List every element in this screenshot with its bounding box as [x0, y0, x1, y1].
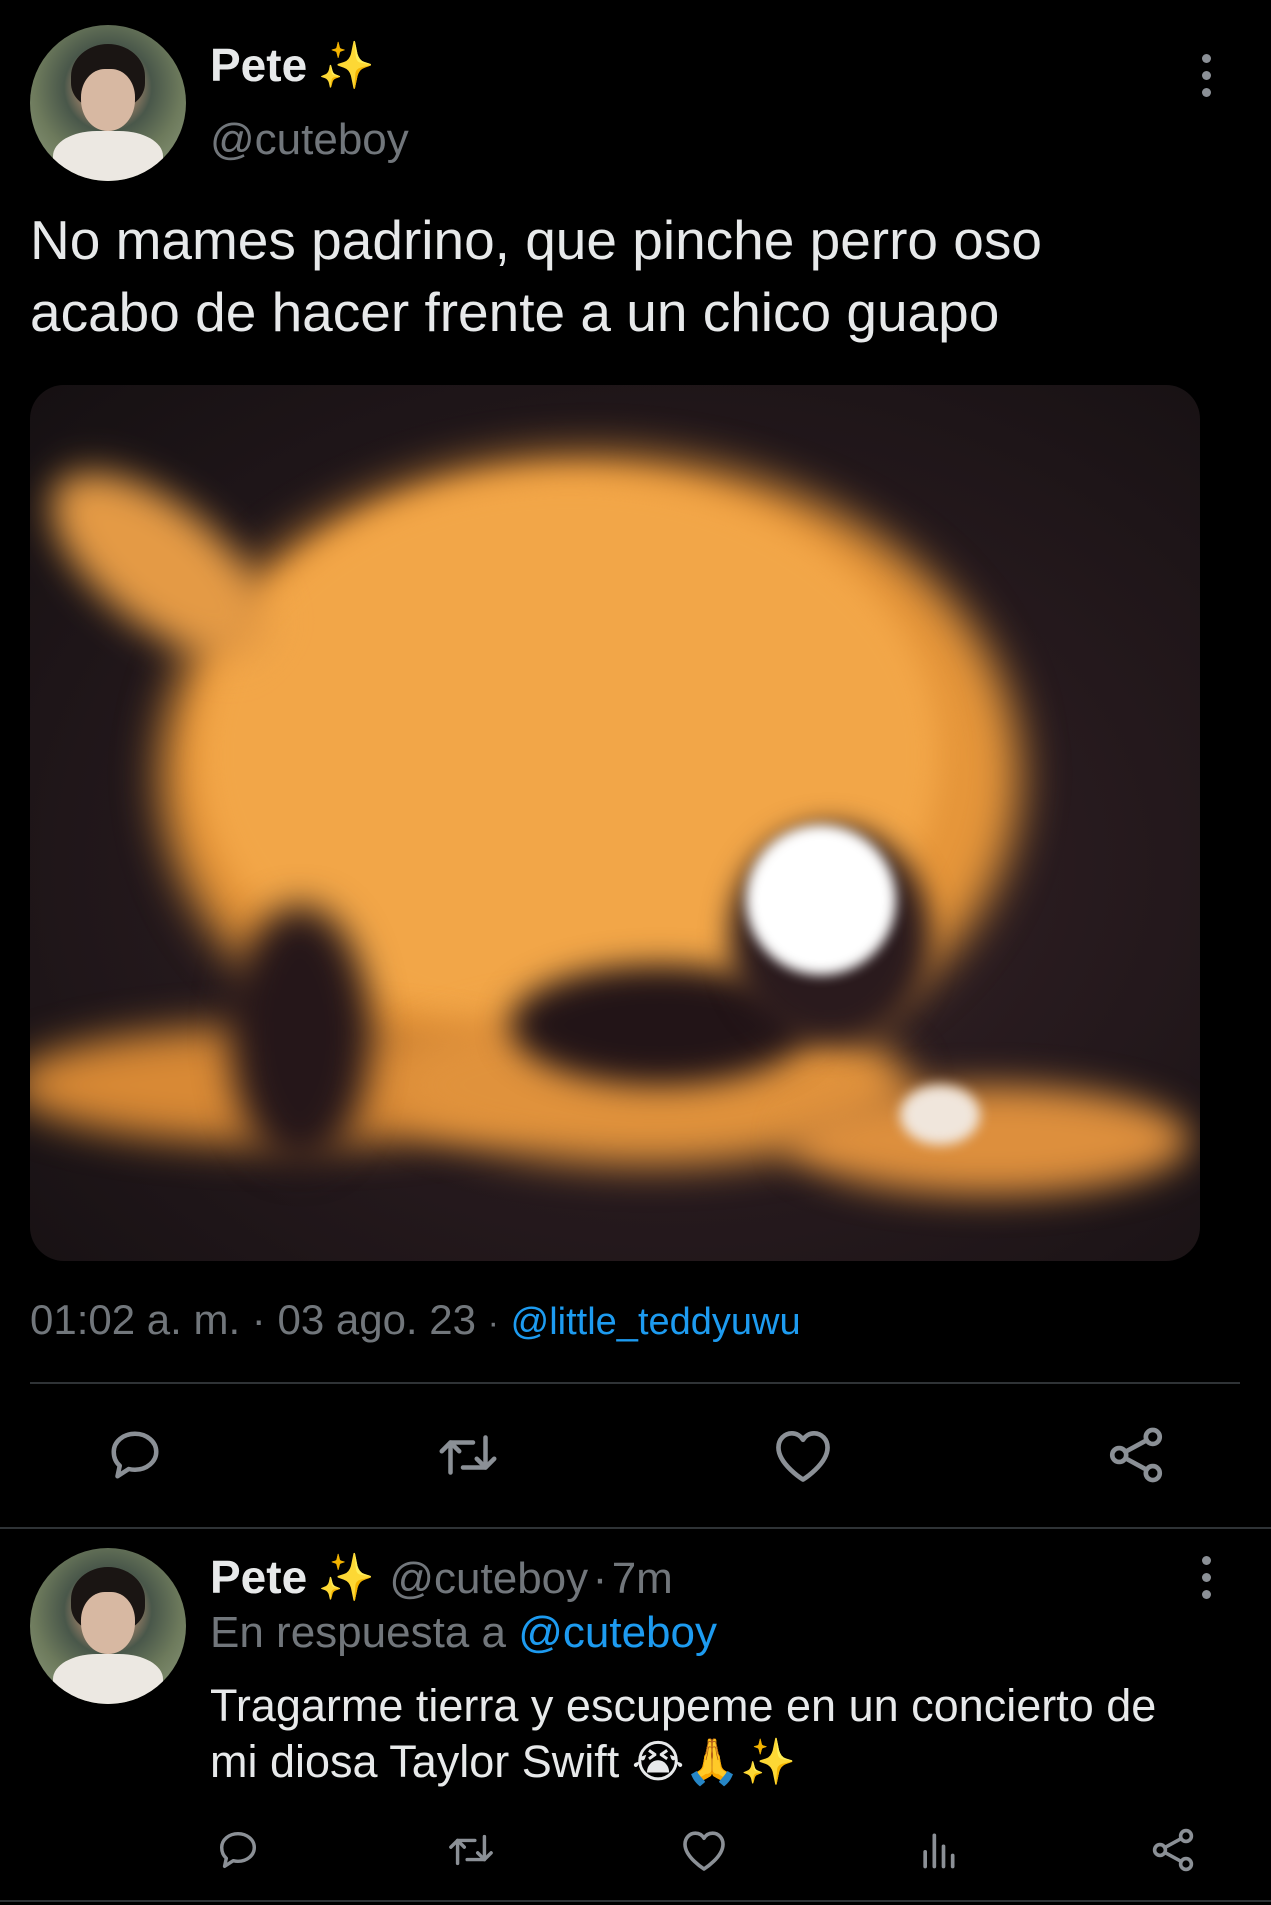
- share-icon: [1109, 1427, 1163, 1483]
- like-button[interactable]: [768, 1420, 838, 1490]
- reply-age[interactable]: 7m: [612, 1554, 673, 1603]
- replying-to-prefix: En respuesta a: [210, 1608, 506, 1657]
- header-separator: ·: [592, 1554, 608, 1603]
- reply-author-name[interactable]: Pete: [210, 1551, 307, 1603]
- via-link[interactable]: @little_teddyuwu: [511, 1301, 801, 1343]
- sparkle-emoji: ✨: [317, 1551, 375, 1603]
- tweet-media-image[interactable]: [30, 385, 1200, 1261]
- tweet-time[interactable]: 01:02 a. m.: [30, 1296, 240, 1343]
- reply-author-avatar[interactable]: [30, 1548, 186, 1704]
- tweet-author[interactable]: Pete ✨: [210, 38, 375, 93]
- share-icon: [1152, 1828, 1194, 1872]
- tweet-meta: 01:02 a. m. · 03 ago. 23 · @little_teddy…: [30, 1296, 801, 1344]
- share-button[interactable]: [1100, 1420, 1172, 1490]
- like-button[interactable]: [676, 1822, 732, 1878]
- meta-separator: ·: [251, 1296, 266, 1343]
- meta-divider: [30, 1382, 1240, 1384]
- reply-author-handle[interactable]: @cuteboy: [389, 1554, 588, 1603]
- more-vertical-icon[interactable]: [1196, 1556, 1216, 1608]
- retweet-button[interactable]: [442, 1822, 500, 1878]
- tweet-text: No mames padrino, que pinche perro oso a…: [30, 204, 1042, 348]
- more-vertical-icon[interactable]: [1196, 54, 1216, 106]
- analytics-icon: [923, 1833, 955, 1869]
- tweet-text-line: No mames padrino, que pinche perro oso: [30, 209, 1042, 271]
- retweet-icon: [439, 1435, 497, 1475]
- comment-icon: [219, 1831, 257, 1869]
- tweet-text-line: acabo de hacer frente a un chico guapo: [30, 281, 1000, 343]
- reply-text-line: mi diosa Taylor Swift 😭🙏✨: [210, 1736, 797, 1787]
- sparkle-emoji: ✨: [317, 39, 375, 91]
- author-name[interactable]: Pete: [210, 39, 307, 91]
- reply-text: Tragarme tierra y escupeme en un concier…: [210, 1678, 1156, 1790]
- retweet-icon: [449, 1834, 493, 1866]
- reply-button[interactable]: [100, 1420, 170, 1490]
- tweet-date[interactable]: 03 ago. 23: [277, 1296, 476, 1343]
- meta-separator: ·: [487, 1304, 499, 1342]
- heart-icon: [683, 1831, 725, 1871]
- retweet-button[interactable]: [432, 1420, 504, 1490]
- reply-text-line: Tragarme tierra y escupeme en un concier…: [210, 1680, 1157, 1731]
- reply-button[interactable]: [210, 1822, 266, 1878]
- views-button[interactable]: [910, 1822, 966, 1878]
- comment-icon: [111, 1431, 159, 1479]
- author-handle[interactable]: @cuteboy: [210, 115, 409, 165]
- heart-icon: [776, 1430, 830, 1482]
- reply-header: Pete ✨ @cuteboy · 7m: [210, 1550, 673, 1605]
- bottom-separator: [0, 1900, 1271, 1902]
- replying-to-handle[interactable]: @cuteboy: [518, 1608, 717, 1657]
- tweet-separator: [0, 1527, 1271, 1529]
- replying-to: En respuesta a @cuteboy: [210, 1608, 717, 1658]
- share-button[interactable]: [1144, 1822, 1202, 1878]
- author-avatar[interactable]: [30, 25, 186, 181]
